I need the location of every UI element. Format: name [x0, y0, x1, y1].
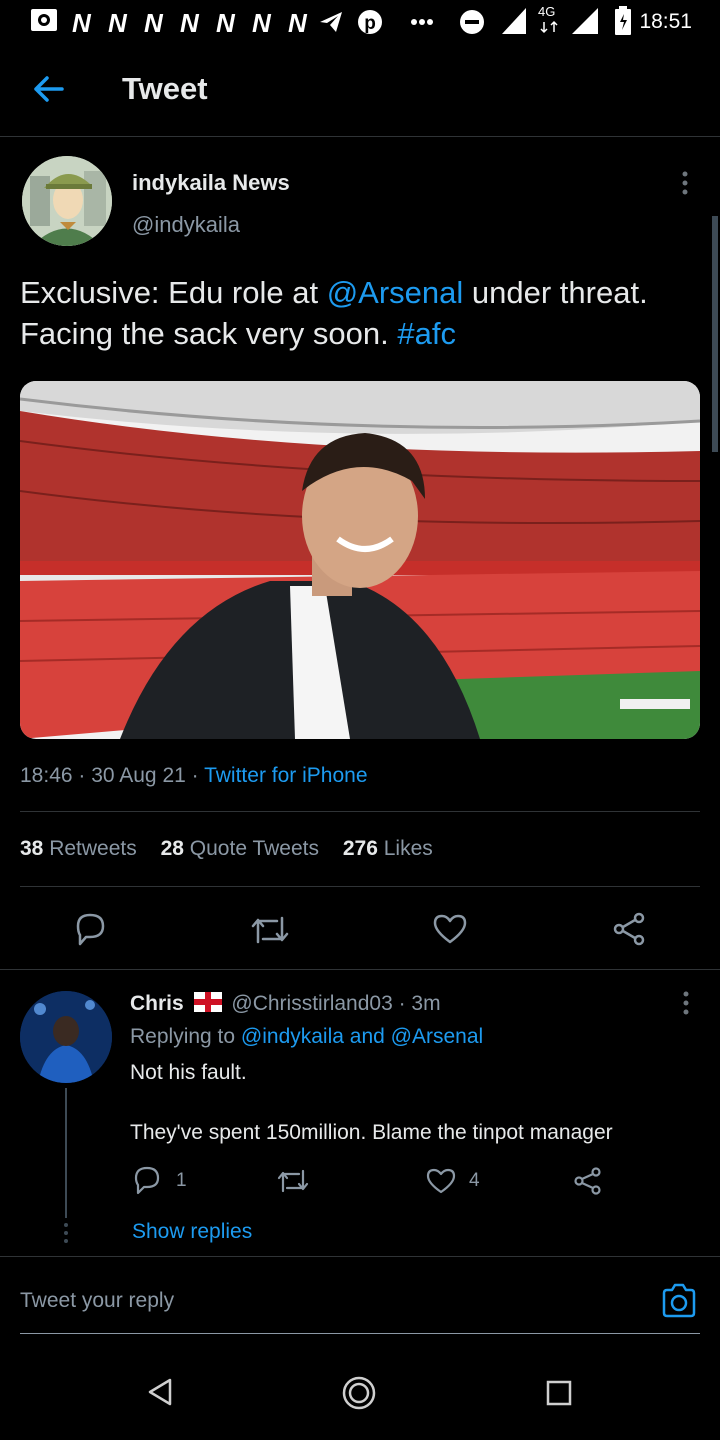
- reply-reply-count: 1: [176, 1170, 187, 1191]
- telegram-icon: [320, 12, 342, 32]
- tweet-stats: 38 Retweets 28 Quote Tweets 276 Likes: [20, 837, 433, 861]
- heart-icon: [426, 1168, 456, 1194]
- n-icon: N: [180, 8, 199, 38]
- camera-icon: [31, 9, 57, 31]
- reply-icon: [76, 913, 105, 946]
- tweet-meta: 18:46 · 30 Aug 21 · Twitter for iPhone: [20, 764, 368, 788]
- reply-handle-time[interactable]: @Chrisstirland03 · 3m: [231, 992, 440, 1015]
- mention-link[interactable]: @Arsenal: [327, 275, 464, 310]
- reply-input[interactable]: Tweet your reply: [20, 1266, 650, 1334]
- reply-button[interactable]: [72, 912, 108, 946]
- like-button[interactable]: [432, 913, 468, 945]
- top-app-bar: Tweet: [0, 44, 720, 137]
- retweet-icon: [277, 1169, 309, 1193]
- heart-icon: [433, 914, 467, 944]
- network-type: 4G: [538, 4, 556, 19]
- tweet-timestamp: 18:46 · 30 Aug 21 ·: [20, 764, 205, 787]
- display-name[interactable]: indykaila News: [132, 170, 290, 196]
- reply-like-button[interactable]: [426, 1167, 456, 1195]
- clock: 18:51: [639, 10, 692, 33]
- likes-stat[interactable]: 276 Likes: [343, 837, 433, 860]
- pinterest-icon: p: [358, 10, 382, 34]
- more-icon: [411, 19, 433, 25]
- do-not-disturb-icon: [460, 10, 484, 34]
- divider: [0, 1256, 720, 1257]
- scrollbar[interactable]: [712, 216, 718, 452]
- england-flag-icon: [193, 992, 222, 1012]
- tweet-image[interactable]: [20, 381, 700, 739]
- camera-button-icon[interactable]: [661, 1283, 697, 1319]
- n-icon: N: [108, 8, 127, 38]
- replying-to: Replying to @indykaila and @Arsenal: [130, 1025, 484, 1048]
- back-arrow-icon[interactable]: [32, 74, 64, 104]
- share-button[interactable]: [612, 912, 648, 946]
- reply-more-options-icon[interactable]: [681, 990, 691, 1016]
- tweet-source-link[interactable]: Twitter for iPhone: [204, 764, 367, 787]
- status-bar: N N N N N N N p 4G 18:51: [0, 0, 720, 44]
- tweet-text: Exclusive: Edu role at @Arsenal under th…: [20, 275, 648, 351]
- reply-text-line2: They've spent 150million. Blame the tinp…: [130, 1121, 613, 1144]
- n-icon: N: [216, 8, 235, 38]
- battery-icon: [615, 6, 631, 35]
- reply-input-underline: [20, 1333, 700, 1334]
- retweets-stat[interactable]: 38 Retweets: [20, 837, 137, 860]
- replying-to-links[interactable]: @indykaila and @Arsenal: [241, 1025, 483, 1048]
- divider: [0, 969, 720, 970]
- page-title: Tweet: [122, 71, 208, 106]
- reply-text-line1: Not his fault.: [130, 1061, 247, 1084]
- system-navigation-bar: [0, 1350, 720, 1440]
- reply-input-placeholder: Tweet your reply: [20, 1289, 175, 1312]
- reply-display-name[interactable]: Chris: [130, 992, 184, 1015]
- retweet-icon: [251, 916, 289, 944]
- reply-icon: [134, 1166, 160, 1195]
- thread-line: [65, 1088, 67, 1218]
- signal-icon: [572, 8, 598, 34]
- reply-reply-button[interactable]: [132, 1165, 162, 1195]
- data-arrows-icon: [540, 20, 558, 34]
- divider: [20, 886, 700, 887]
- n-icon: N: [72, 8, 91, 38]
- nav-back-icon[interactable]: [146, 1377, 174, 1407]
- reply-retweet-button[interactable]: [276, 1168, 310, 1194]
- reply-like-count: 4: [469, 1170, 480, 1191]
- avatar[interactable]: [22, 156, 112, 246]
- reply-header: Chris @Chrisstirland03 · 3m: [130, 992, 441, 1016]
- reply-avatar-photo: [20, 991, 112, 1083]
- user-handle[interactable]: @indykaila: [132, 212, 240, 238]
- n-icon: N: [288, 8, 307, 38]
- n-icon: N: [252, 8, 271, 38]
- more-options-icon[interactable]: [680, 170, 690, 196]
- nav-recents-icon[interactable]: [546, 1380, 572, 1406]
- divider: [20, 811, 700, 812]
- share-icon: [613, 912, 645, 946]
- hashtag-link[interactable]: #afc: [397, 316, 456, 351]
- svg-text:p: p: [364, 13, 376, 34]
- retweet-button[interactable]: [250, 914, 290, 946]
- share-icon: [574, 1167, 601, 1195]
- quote-tweets-stat[interactable]: 28 Quote Tweets: [161, 837, 319, 860]
- stadium-photo: [20, 381, 700, 739]
- reply-share-button[interactable]: [573, 1166, 603, 1196]
- thread-dots-icon: [64, 1223, 68, 1243]
- show-replies-link[interactable]: Show replies: [132, 1220, 252, 1244]
- reply-avatar[interactable]: [20, 991, 112, 1083]
- nav-home-icon[interactable]: [341, 1375, 377, 1411]
- signal-icon: [502, 8, 526, 34]
- n-icon: N: [144, 8, 163, 38]
- avatar-illustration: [22, 156, 112, 246]
